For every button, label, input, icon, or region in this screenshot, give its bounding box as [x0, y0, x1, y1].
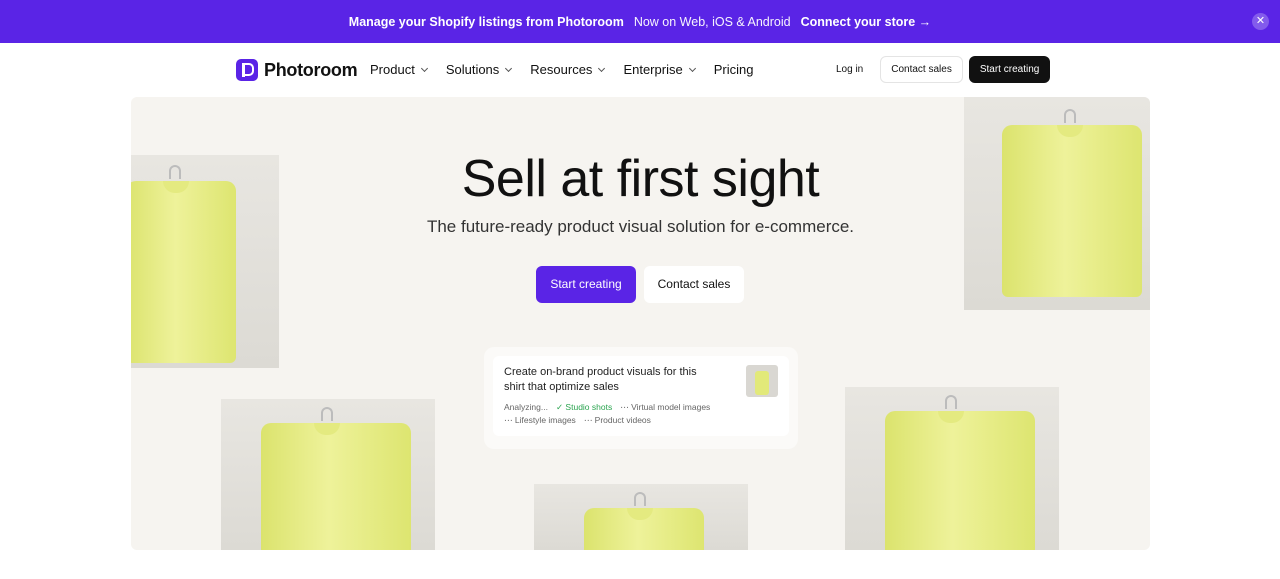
nav-item-label: Solutions	[445, 62, 500, 77]
status-product-videos: ⋯ Product videos	[583, 415, 651, 425]
nav-item-resources[interactable]: Resources	[530, 62, 606, 77]
generation-status: Analyzing... ✓ Studio shots ⋯ Virtual mode…	[504, 401, 784, 427]
nav-actions: Log in Contact sales Start creating	[826, 56, 1051, 83]
hero-title: Sell at first sight	[461, 150, 820, 208]
photoroom-logo-icon	[236, 59, 258, 81]
nav-item-product[interactable]: Product	[370, 62, 428, 77]
hero-section: Sell at first sight The future-ready pro…	[131, 97, 1150, 550]
nav-item-label: Enterprise	[623, 62, 683, 77]
chevron-down-icon	[505, 64, 513, 72]
status-analyzing: Analyzing...	[504, 402, 548, 412]
nav-menu: Product Solutions Resources Enterprise P…	[370, 62, 772, 77]
promo-banner: Manage your Shopify listings from Photor…	[0, 0, 1280, 43]
shirt-image-bottom-left	[221, 399, 435, 550]
shirt-image-bottom-center	[534, 484, 748, 550]
shirt-thumbnail	[746, 365, 778, 397]
hero-start-creating-button[interactable]: Start creating	[536, 266, 636, 303]
hero-contact-sales-button[interactable]: Contact sales	[644, 266, 744, 303]
login-button[interactable]: Log in	[826, 56, 873, 83]
hero-subtitle: The future-ready product visual solution…	[426, 217, 855, 236]
chevron-down-icon	[420, 64, 428, 72]
prompt-card-wrapper: Create on-brand product visuals for this…	[484, 347, 798, 449]
nav-item-label: Pricing	[713, 62, 754, 77]
nav-item-label: Resources	[530, 62, 593, 77]
banner-sub: Now on Web, iOS & Android	[633, 14, 791, 29]
chevron-down-icon	[598, 64, 606, 72]
start-creating-button[interactable]: Start creating	[968, 56, 1051, 83]
prompt-card: Create on-brand product visuals for this…	[493, 356, 789, 436]
prompt-text: Create on-brand product visuals for this…	[504, 366, 697, 393]
logo-text: Photoroom	[264, 59, 358, 80]
top-nav: Photoroom Product Solutions Resources En…	[0, 43, 1280, 97]
status-lifestyle: ⋯ Lifestyle images	[504, 415, 576, 425]
nav-item-enterprise[interactable]: Enterprise	[623, 62, 696, 77]
nav-item-pricing[interactable]: Pricing	[714, 62, 754, 77]
banner-headline: Manage your Shopify listings from Photor…	[348, 14, 624, 29]
shirt-image-bottom-right	[845, 387, 1059, 550]
contact-sales-button[interactable]: Contact sales	[880, 56, 963, 83]
close-icon[interactable]: ✕	[1252, 13, 1269, 30]
status-studio-shots: ✓ Studio shots	[555, 402, 613, 412]
status-virtual-model: ⋯ Virtual model images	[620, 402, 711, 412]
chevron-down-icon	[688, 64, 696, 72]
connect-store-link[interactable]: Connect your store →	[801, 15, 932, 29]
logo[interactable]: Photoroom	[236, 59, 358, 81]
nav-item-label: Product	[370, 62, 415, 77]
nav-item-solutions[interactable]: Solutions	[445, 62, 513, 77]
